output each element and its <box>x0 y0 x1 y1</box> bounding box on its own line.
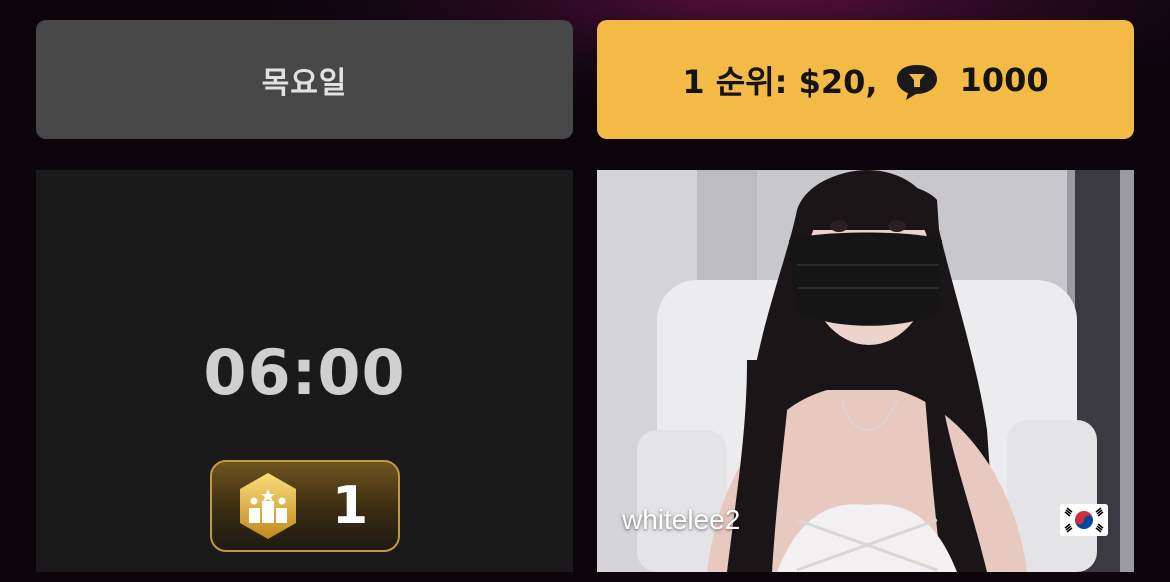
prize-panel: 1 순위: $20, 1000 <box>597 20 1134 139</box>
prize-coin-amount: 1000 <box>959 60 1049 99</box>
south-korea-flag-icon <box>1060 504 1108 536</box>
streamer-username: whitelee2 <box>622 504 741 535</box>
rank-value: 1 <box>332 476 369 536</box>
rank-badge[interactable]: 1 <box>210 460 400 552</box>
prize-rank-text: 1 순위: $20, <box>682 62 878 101</box>
day-label-panel: 목요일 <box>36 20 573 139</box>
countdown-timer: 06:00 <box>203 336 406 409</box>
coin-chat-icon <box>896 64 937 100</box>
stream-thumbnail[interactable]: whitelee2 <box>597 170 1134 572</box>
rank-trophy-icon <box>240 473 296 539</box>
day-label: 목요일 <box>261 65 348 101</box>
